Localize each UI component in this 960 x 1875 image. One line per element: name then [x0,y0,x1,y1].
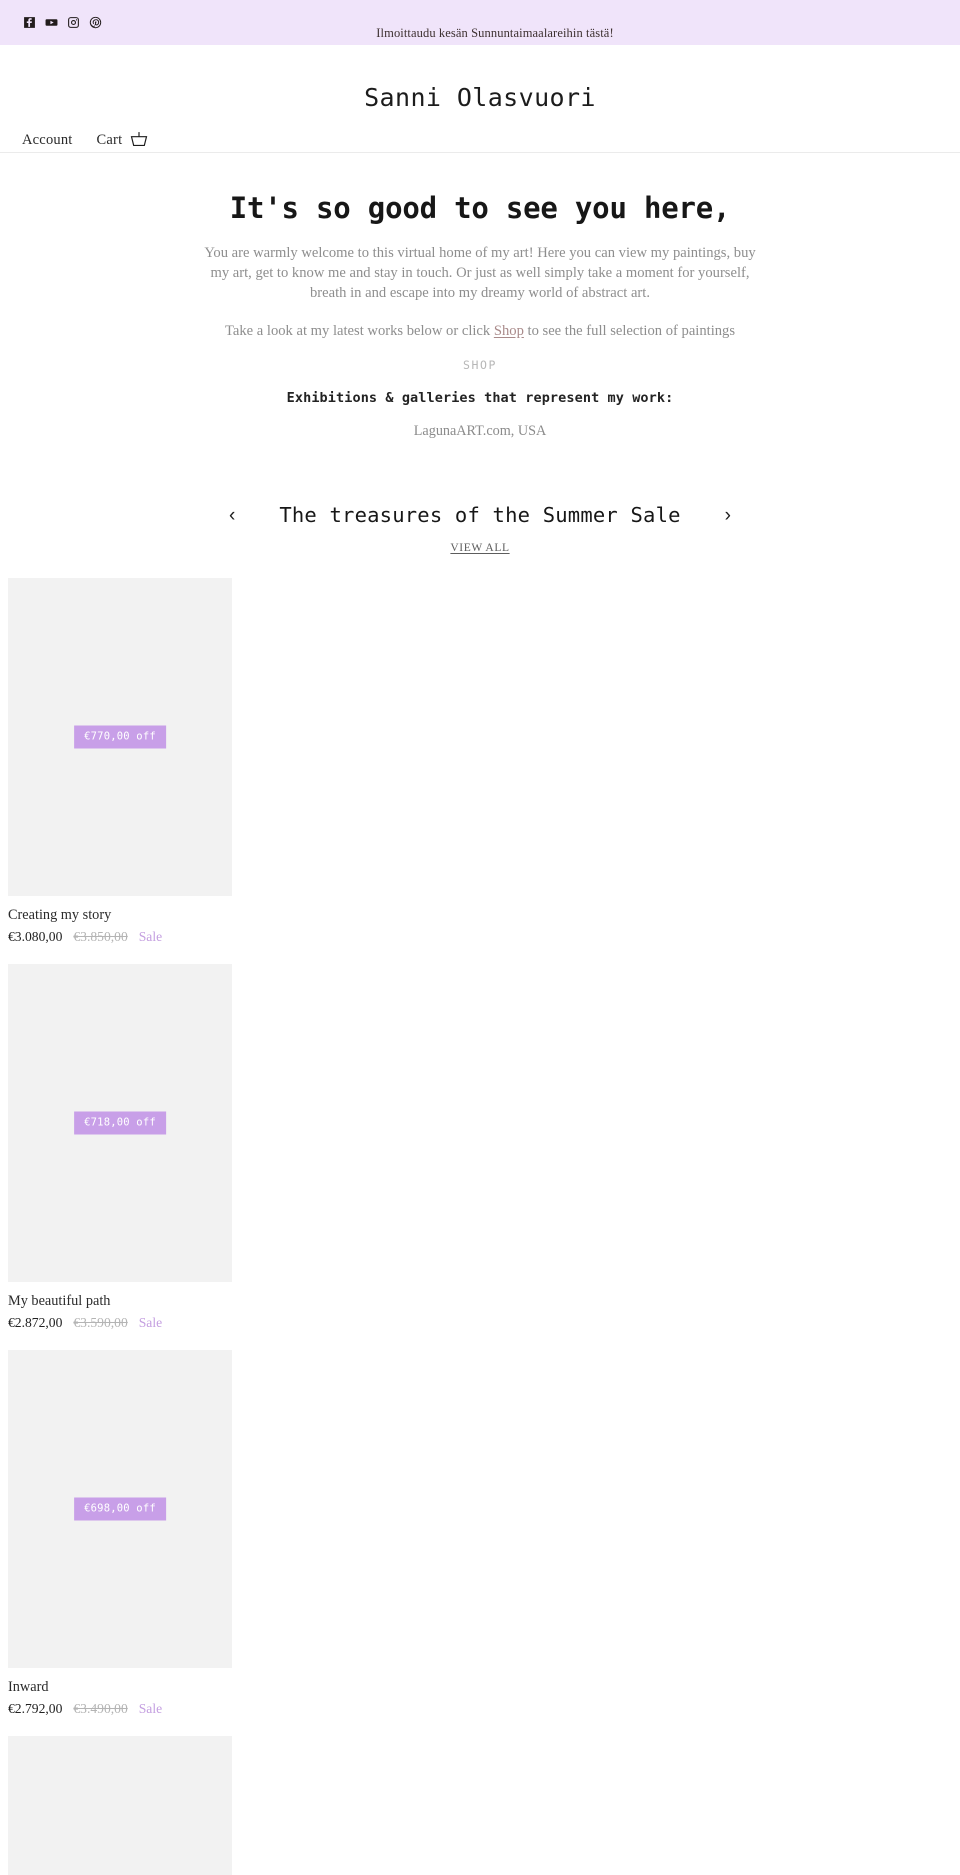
product-image-placeholder[interactable]: €698,00 off [8,1349,232,1668]
announcement-message[interactable]: Ilmoittaudu kesän Sunnuntaimaalareihin t… [0,26,960,41]
product-price: €2.872,00 [8,1314,63,1330]
product-card[interactable]: €718,00 off My beautiful path €2.872,00 … [0,964,960,1331]
discount-badge: €770,00 off [74,725,166,749]
hero-shop-button[interactable]: SHOP [463,358,497,372]
product-image-placeholder[interactable]: €718,00 off [8,964,232,1283]
product-sale-tag: Sale [138,929,163,945]
exhibitions-heading: Exhibitions & galleries that represent m… [286,390,674,407]
hero-cta-after: to see the full selection of paintings [523,323,736,340]
product-info: My beautiful path €2.872,00 €3.590,00 Sa… [8,1282,960,1331]
discount-badge: €698,00 off [74,1497,166,1521]
hero-paragraph: You are warmly welcome to this virtual h… [204,244,756,302]
hero-cta-line: Take a look at my latest works below or … [0,323,960,340]
product-prices: €2.872,00 €3.590,00 Sale [8,1315,960,1331]
product-list: €770,00 off Creating my story €3.080,00 … [0,578,960,1875]
view-all-wrapper: VIEW ALL [0,538,960,556]
product-image-placeholder[interactable]: €770,00 off [8,578,232,897]
nav-cart-link[interactable]: Cart [97,130,150,150]
product-compare-price: €3.850,00 [73,929,128,945]
product-card[interactable]: €770,00 off Creating my story €3.080,00 … [0,578,960,945]
product-card[interactable]: €698,00 off Inward €2.792,00 €3.490,00 S… [0,1349,960,1717]
product-info: Creating my story €3.080,00 €3.850,00 Sa… [8,896,960,945]
carousel-next-button[interactable]: › [719,504,737,527]
discount-badge: €718,00 off [74,1111,166,1135]
collection-section: ‹ The treasures of the Summer Sale › VIE… [0,500,960,1875]
hero-heading: It's so good to see you here, [229,191,731,225]
product-compare-price: €3.590,00 [73,1314,128,1330]
nav-account-link[interactable]: Account [22,132,73,149]
view-all-link[interactable]: VIEW ALL [450,542,509,554]
announcement-bar: Ilmoittaudu kesän Sunnuntaimaalareihin t… [0,0,960,45]
product-info: Inward €2.792,00 €3.490,00 Sale [8,1668,960,1717]
product-title[interactable]: My beautiful path [8,1293,960,1311]
exhibition-item: LagunaART.com, USA [413,423,547,440]
carousel-prev-button[interactable]: ‹ [223,504,241,527]
header-nav: Account Cart [22,130,149,150]
collection-header: ‹ The treasures of the Summer Sale › [0,500,960,530]
product-sale-tag: Sale [138,1314,163,1330]
product-image-placeholder[interactable]: €645,00 off [8,1735,232,1875]
product-title[interactable]: Creating my story [8,907,960,925]
product-price: €3.080,00 [8,929,63,945]
product-price: €2.792,00 [8,1700,63,1716]
product-compare-price: €3.490,00 [73,1700,128,1716]
product-card[interactable]: €645,00 off [0,1735,960,1875]
site-brand-title[interactable]: Sanni Olasvuori [0,83,960,112]
nav-cart-label: Cart [96,131,123,148]
hero-cta-before: Take a look at my latest works below or … [224,323,494,340]
product-title[interactable]: Inward [8,1679,960,1697]
product-prices: €2.792,00 €3.490,00 Sale [8,1701,960,1717]
basket-icon [129,130,149,150]
hero-shop-inline-link[interactable]: Shop [494,323,524,339]
collection-title: The treasures of the Summer Sale [279,503,681,528]
hero-section: It's so good to see you here, You are wa… [0,153,960,440]
product-prices: €3.080,00 €3.850,00 Sale [8,929,960,945]
product-sale-tag: Sale [138,1700,163,1716]
